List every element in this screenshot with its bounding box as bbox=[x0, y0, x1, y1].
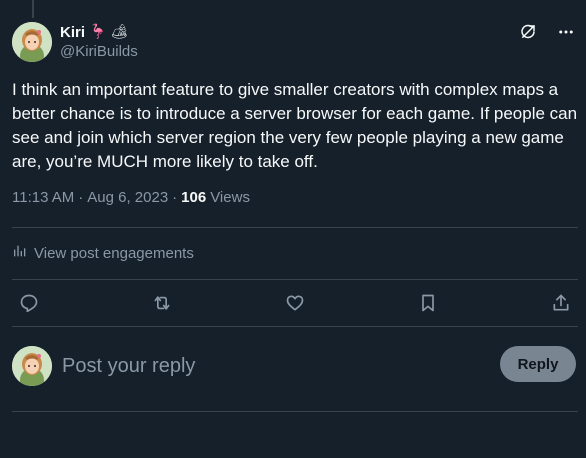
display-name-row[interactable]: Kiri 🦩 🏕 bbox=[60, 22, 138, 42]
post-header: Kiri 🦩 🏕 @KiriBuilds bbox=[0, 0, 586, 68]
flamingo-emoji: 🦩 bbox=[89, 24, 107, 40]
post-detail-page: Kiri 🦩 🏕 @KiriBuilds I think an importan… bbox=[0, 0, 586, 458]
post-date[interactable]: Aug 6, 2023 bbox=[87, 189, 168, 206]
more-icon[interactable] bbox=[556, 22, 576, 42]
divider-footer bbox=[12, 411, 578, 412]
views-label: Views bbox=[210, 189, 250, 206]
divider-top bbox=[12, 227, 578, 228]
like-icon[interactable] bbox=[284, 292, 306, 314]
camping-emoji: 🏕 bbox=[110, 24, 129, 40]
post-meta: 11:13 AM · Aug 6, 2023 · 106 Views bbox=[12, 189, 250, 206]
view-engagements-link[interactable]: View post engagements bbox=[12, 243, 194, 263]
reply-icon[interactable] bbox=[18, 292, 40, 314]
post-time[interactable]: 11:13 AM bbox=[12, 189, 74, 206]
divider-bottom bbox=[12, 326, 578, 327]
reply-input[interactable] bbox=[62, 352, 482, 380]
reply-button[interactable]: Reply bbox=[500, 346, 576, 382]
meta-separator-2: · bbox=[172, 189, 178, 206]
reply-composer: Reply bbox=[0, 328, 586, 410]
bookmark-icon[interactable] bbox=[417, 292, 439, 314]
grok-icon[interactable] bbox=[518, 22, 538, 42]
analytics-icon bbox=[12, 243, 28, 263]
divider-middle bbox=[12, 279, 578, 280]
share-icon[interactable] bbox=[550, 292, 572, 314]
author-display-name[interactable]: Kiri bbox=[60, 24, 85, 41]
author-handle[interactable]: @KiriBuilds bbox=[60, 43, 138, 60]
author-names: Kiri 🦩 🏕 @KiriBuilds bbox=[60, 22, 138, 61]
view-engagements-label: View post engagements bbox=[34, 244, 194, 262]
header-actions bbox=[518, 22, 576, 42]
meta-separator: · bbox=[78, 189, 84, 206]
repost-icon[interactable] bbox=[151, 292, 173, 314]
author-avatar[interactable] bbox=[12, 22, 52, 62]
reply-avatar[interactable] bbox=[12, 346, 52, 386]
post-action-bar bbox=[12, 287, 578, 319]
post-text: I think an important feature to give sma… bbox=[12, 80, 578, 171]
views-count: 106 bbox=[181, 189, 207, 206]
